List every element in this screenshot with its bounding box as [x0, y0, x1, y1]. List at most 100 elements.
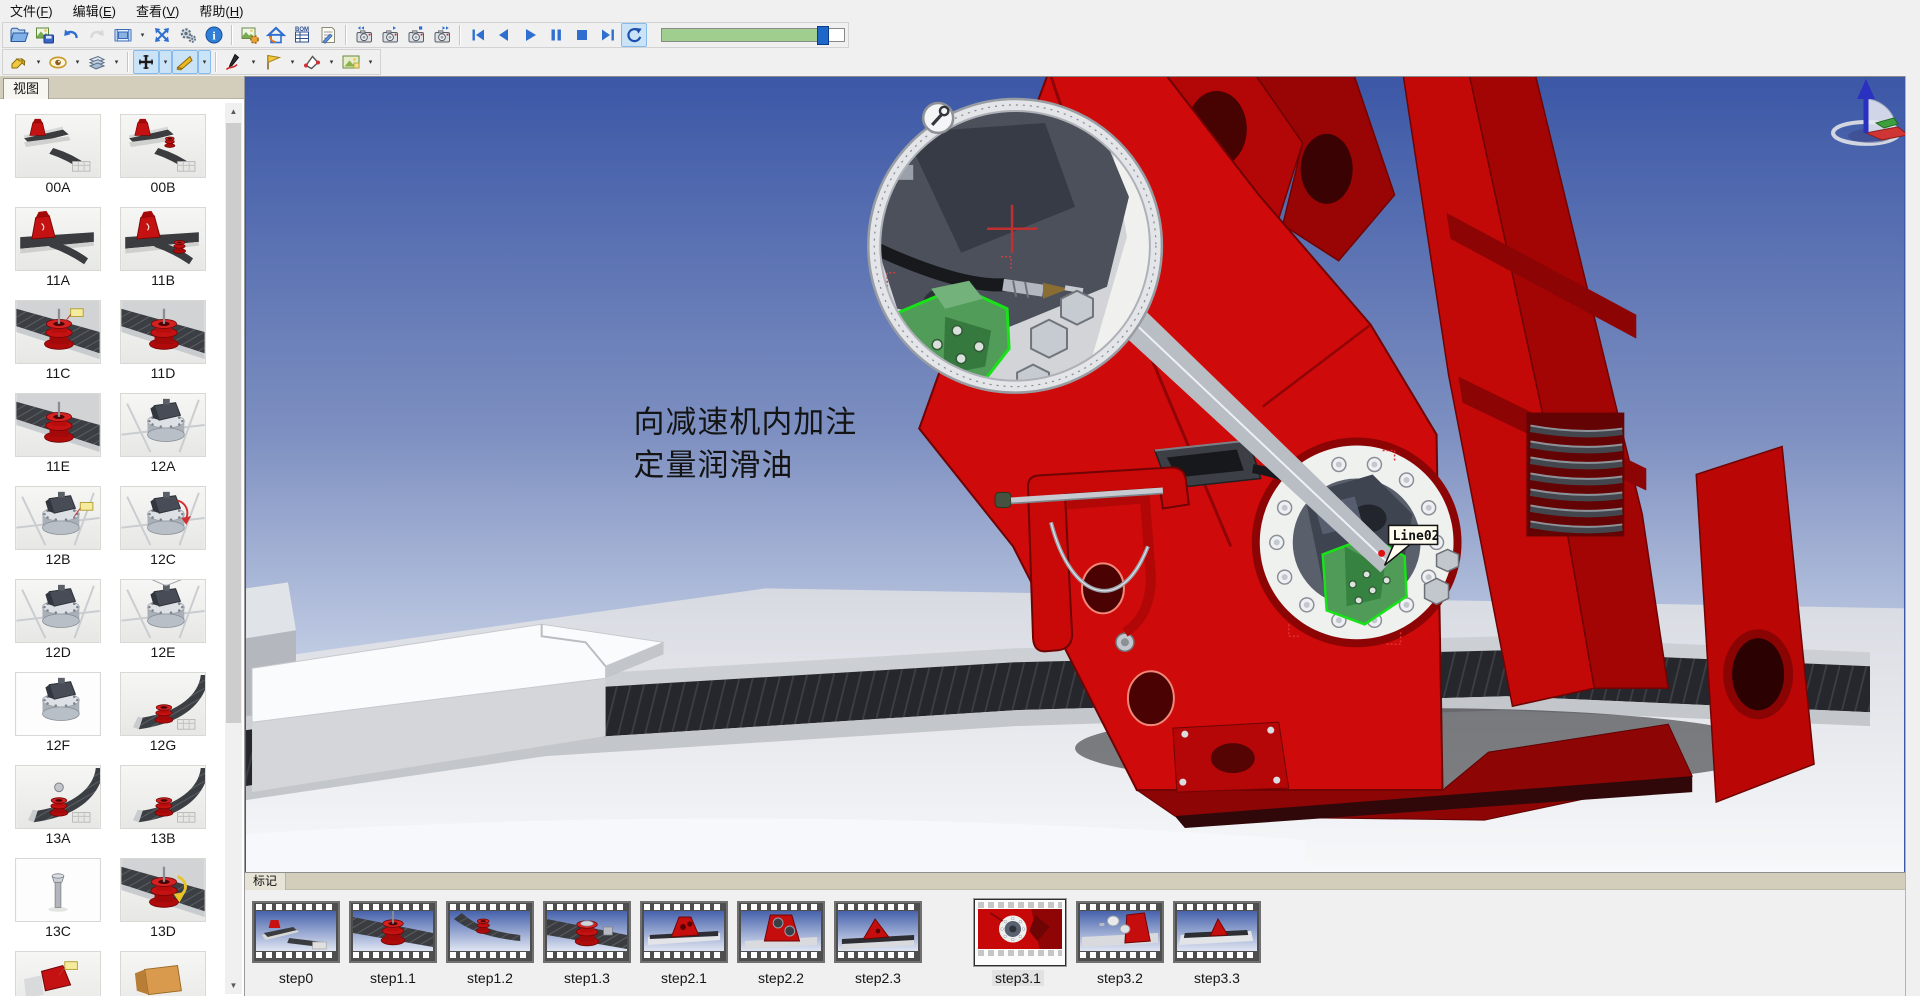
annotation-line2: 定量润滑油	[634, 447, 794, 482]
settings-gears-button[interactable]	[175, 23, 201, 47]
camera-stop-button[interactable]	[403, 23, 429, 47]
step-thumbnail-step2.1[interactable]	[640, 901, 728, 963]
menu-item-e[interactable]: 编辑(E)	[63, 0, 126, 23]
view-thumbnail-13C[interactable]: 13C	[15, 858, 101, 941]
step-thumbnail-step2.3[interactable]	[834, 901, 922, 963]
film-sprockets	[256, 952, 336, 958]
view-thumbnail-partial-19[interactable]	[120, 951, 206, 996]
menu-item-h[interactable]: 帮助(H)	[189, 0, 253, 23]
film-sprockets	[978, 950, 1062, 956]
visibility-eye-button[interactable]	[45, 50, 71, 74]
stop-button[interactable]	[569, 23, 595, 47]
view-thumbnail-partial-18[interactable]	[15, 951, 101, 996]
measure-dropdown[interactable]: ▾	[325, 50, 338, 74]
pen-annotate-dropdown[interactable]: ▾	[247, 50, 260, 74]
solid-part-button[interactable]	[6, 50, 32, 74]
step-thumbnail-step3.3[interactable]	[1173, 901, 1261, 963]
animation-button[interactable]	[110, 23, 136, 47]
undo-button[interactable]	[58, 23, 84, 47]
view-thumbnail-11C[interactable]: 11C	[15, 300, 101, 383]
tab-marks[interactable]: 标记	[245, 873, 286, 890]
view-thumbnail-13D[interactable]: 13D	[120, 858, 206, 941]
main-toolbar: ▾ i BOM	[0, 22, 1920, 48]
view-thumbnail-12F[interactable]: 12F	[15, 672, 101, 755]
view-thumbnail-11A[interactable]: 11A	[15, 207, 101, 290]
camera-play-button[interactable]	[377, 23, 403, 47]
view-thumbnail-12C[interactable]: 12C	[120, 486, 206, 569]
info-button[interactable]: i	[201, 23, 227, 47]
tab-views[interactable]: 视图	[3, 78, 49, 99]
view-thumbnail-12B[interactable]: 12B	[15, 486, 101, 569]
layers-dropdown[interactable]: ▾	[110, 50, 123, 74]
notes-button[interactable]	[315, 23, 341, 47]
scrollbar-thumb[interactable]	[226, 123, 241, 723]
view-thumbnail-13A[interactable]: 13A	[15, 765, 101, 848]
flag-marker-dropdown[interactable]: ▾	[286, 50, 299, 74]
layers-button[interactable]	[84, 50, 110, 74]
fly-view-button[interactable]	[172, 50, 198, 74]
step-thumbnail-step2.2[interactable]	[737, 901, 825, 963]
view-thumbnail-label: 13C	[15, 922, 101, 941]
view-thumbnail-12D[interactable]: 12D	[15, 579, 101, 662]
loop-button[interactable]	[621, 23, 647, 47]
animation-dropdown[interactable]: ▾	[136, 23, 149, 47]
views-scrollbar[interactable]: ▲ ▼	[225, 103, 242, 994]
visibility-eye-dropdown[interactable]: ▾	[71, 50, 84, 74]
scroll-up-icon[interactable]: ▲	[225, 103, 242, 120]
film-sprockets	[644, 904, 724, 910]
camera-forward-button[interactable]	[429, 23, 455, 47]
step-thumbnail-step3.2[interactable]	[1076, 901, 1164, 963]
tower-a-scene	[15, 207, 101, 271]
move-crosshair-button[interactable]	[133, 50, 159, 74]
solid-part-dropdown[interactable]: ▾	[32, 50, 45, 74]
step-thumbnail-step3.1[interactable]	[974, 899, 1066, 966]
progress-handle[interactable]	[817, 26, 829, 45]
step-thumbnail-step1.1[interactable]	[349, 901, 437, 963]
image-gallery-button[interactable]	[338, 50, 364, 74]
bom-table-button[interactable]: BOM	[289, 23, 315, 47]
image-gallery-dropdown[interactable]: ▾	[364, 50, 377, 74]
toolbar-separator	[345, 25, 347, 45]
cad-viewer-window: 文件(F)编辑(E)查看(V)帮助(H) ▾iBOM ▾▾▾▾▾▾▾▾▾ 视图 …	[0, 0, 1920, 996]
animation-progress-slider[interactable]	[661, 28, 845, 42]
view-thumbnail-00A[interactable]: 00A	[15, 114, 101, 197]
step-label: step2.2	[737, 970, 825, 986]
export-image-button[interactable]	[237, 23, 263, 47]
move-crosshair-dropdown[interactable]: ▾	[159, 50, 172, 74]
view-thumbnail-label: 12A	[120, 457, 206, 476]
camera-rewind-icon	[354, 25, 374, 45]
redo-button[interactable]	[84, 23, 110, 47]
flag-marker-button[interactable]	[260, 50, 286, 74]
film-flange-scene	[978, 909, 1062, 949]
scroll-down-icon[interactable]: ▼	[225, 977, 242, 994]
view-thumbnail-12E[interactable]: 12E	[120, 579, 206, 662]
partial-orange-scene	[120, 951, 206, 996]
pen-annotate-button[interactable]	[221, 50, 247, 74]
pause-button[interactable]	[543, 23, 569, 47]
save-image-button[interactable]	[32, 23, 58, 47]
menu-item-f[interactable]: 文件(F)	[0, 0, 63, 23]
home-view-button[interactable]	[263, 23, 289, 47]
view-thumbnail-11B[interactable]: 11B	[120, 207, 206, 290]
view-thumbnail-12G[interactable]: 12G	[120, 672, 206, 755]
step-thumbnail-step1.2[interactable]	[446, 901, 534, 963]
step-thumbnail-step0[interactable]	[252, 901, 340, 963]
play-button[interactable]	[517, 23, 543, 47]
camera-rewind-button[interactable]	[351, 23, 377, 47]
last-frame-button[interactable]	[595, 23, 621, 47]
view-thumbnail-12A[interactable]: 12A	[120, 393, 206, 476]
view-thumbnail-11E[interactable]: 11E	[15, 393, 101, 476]
view-thumbnail-11D[interactable]: 11D	[120, 300, 206, 383]
fit-view-button[interactable]	[149, 23, 175, 47]
3d-viewport[interactable]: Line02向减速机内加注定量润滑油	[245, 76, 1905, 872]
menu-item-v[interactable]: 查看(V)	[126, 0, 189, 23]
first-frame-button[interactable]	[465, 23, 491, 47]
open-folder-button[interactable]	[6, 23, 32, 47]
view-thumbnail-13B[interactable]: 13B	[120, 765, 206, 848]
view-thumbnail-label: 13A	[15, 829, 101, 848]
fly-view-dropdown[interactable]: ▾	[198, 50, 211, 74]
measure-button[interactable]	[299, 50, 325, 74]
view-thumbnail-00B[interactable]: 00B	[120, 114, 206, 197]
prev-frame-button[interactable]	[491, 23, 517, 47]
step-thumbnail-step1.3[interactable]	[543, 901, 631, 963]
